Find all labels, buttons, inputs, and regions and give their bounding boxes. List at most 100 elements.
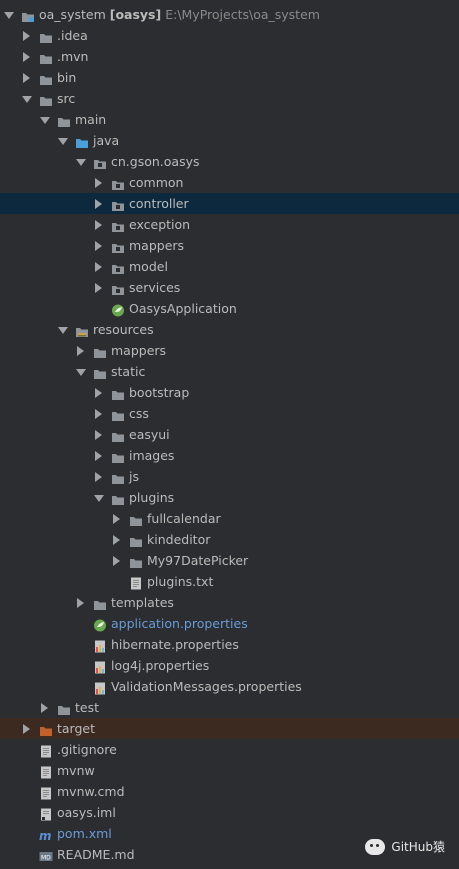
folder-icon — [129, 533, 143, 547]
folder-icon — [39, 29, 53, 43]
chevron-down-icon[interactable] — [22, 96, 32, 103]
tree-item[interactable]: application.properties — [0, 613, 459, 634]
tree-item-name: .idea — [57, 28, 88, 43]
tree-item[interactable]: ValidationMessages.properties — [0, 676, 459, 697]
chevron-right-icon[interactable] — [113, 556, 120, 566]
tree-item[interactable]: js — [0, 466, 459, 487]
tree-item[interactable]: mvnw.cmd — [0, 781, 459, 802]
tree-item[interactable]: bootstrap — [0, 382, 459, 403]
tree-item[interactable]: common — [0, 172, 459, 193]
chevron-right-icon[interactable] — [95, 262, 102, 272]
chevron-right-icon[interactable] — [95, 451, 102, 461]
chevron-down-icon[interactable] — [4, 12, 14, 19]
chevron-right-icon[interactable] — [41, 703, 48, 713]
chevron-down-icon[interactable] — [40, 117, 50, 124]
tree-item[interactable]: main — [0, 109, 459, 130]
tree-item-name: mappers — [129, 238, 185, 253]
tree-item[interactable]: mvnw — [0, 760, 459, 781]
tree-item[interactable]: mappers — [0, 235, 459, 256]
tree-item[interactable]: fullcalendar — [0, 508, 459, 529]
folder-icon — [39, 92, 53, 106]
chevron-right-icon[interactable] — [95, 283, 102, 293]
package-icon — [111, 260, 125, 274]
tree-item-name: oasys.iml — [57, 805, 116, 820]
tree-item[interactable]: controller — [0, 193, 459, 214]
tree-item-name: model — [129, 259, 168, 274]
tree-item[interactable]: css — [0, 403, 459, 424]
tree-item-label: kindeditor — [147, 529, 210, 550]
chevron-down-icon[interactable] — [58, 138, 68, 145]
tree-item-label: main — [75, 109, 106, 130]
tree-item[interactable]: My97DatePicker — [0, 550, 459, 571]
tree-item[interactable]: .gitignore — [0, 739, 459, 760]
tree-item-name: .mvn — [57, 49, 89, 64]
folder-icon — [111, 407, 125, 421]
tree-item[interactable]: hibernate.properties — [0, 634, 459, 655]
tree-item-name: common — [129, 175, 184, 190]
chevron-right-icon[interactable] — [113, 514, 120, 524]
tree-item[interactable]: java — [0, 130, 459, 151]
chevron-down-icon[interactable] — [58, 327, 68, 334]
folder-icon — [129, 554, 143, 568]
chevron-right-icon[interactable] — [113, 535, 120, 545]
tree-item-label: common — [129, 172, 183, 193]
tree-item[interactable]: plugins.txt — [0, 571, 459, 592]
tree-item[interactable]: mappers — [0, 340, 459, 361]
tree-item-label: src — [57, 88, 75, 109]
text-file-icon — [39, 743, 53, 758]
tree-item[interactable]: plugins — [0, 487, 459, 508]
tree-item-label: bootstrap — [129, 382, 189, 403]
tree-item[interactable]: kindeditor — [0, 529, 459, 550]
tree-item-name: README.md — [57, 847, 135, 862]
tree-item[interactable]: log4j.properties — [0, 655, 459, 676]
chevron-right-icon[interactable] — [95, 220, 102, 230]
chevron-right-icon[interactable] — [23, 73, 30, 83]
tree-item[interactable]: .mvn — [0, 46, 459, 67]
tree-item[interactable]: static — [0, 361, 459, 382]
folder-icon — [111, 491, 125, 505]
chevron-down-icon[interactable] — [76, 159, 86, 166]
tree-item[interactable]: templates — [0, 592, 459, 613]
tree-item[interactable]: images — [0, 445, 459, 466]
svg-text:m: m — [39, 829, 52, 842]
chevron-right-icon[interactable] — [95, 409, 102, 419]
tree-item-name: mvnw — [57, 763, 95, 778]
chevron-right-icon[interactable] — [95, 241, 102, 251]
chevron-right-icon[interactable] — [95, 472, 102, 482]
tree-item[interactable]: oasys.iml — [0, 802, 459, 823]
tree-item[interactable]: target — [0, 718, 459, 739]
tree-item[interactable]: services — [0, 277, 459, 298]
tree-item[interactable]: oa_system [oasys] E:\MyProjects\oa_syste… — [0, 4, 459, 25]
folder-icon — [39, 50, 53, 64]
chevron-right-icon[interactable] — [77, 598, 84, 608]
svg-text:MD: MD — [41, 855, 51, 862]
tree-item[interactable]: cn.gson.oasys — [0, 151, 459, 172]
tree-item[interactable]: model — [0, 256, 459, 277]
properties-file-icon — [93, 638, 107, 653]
chevron-right-icon[interactable] — [23, 724, 30, 734]
tree-item[interactable]: resources — [0, 319, 459, 340]
chevron-right-icon[interactable] — [95, 178, 102, 188]
tree-item-name: application.properties — [111, 616, 248, 631]
chevron-right-icon[interactable] — [95, 199, 102, 209]
package-icon — [111, 239, 125, 253]
chevron-down-icon[interactable] — [76, 369, 86, 376]
tree-item[interactable]: .idea — [0, 25, 459, 46]
chevron-right-icon[interactable] — [77, 346, 84, 356]
tree-item-name: test — [75, 700, 100, 715]
tree-item[interactable]: src — [0, 88, 459, 109]
tree-item[interactable]: test — [0, 697, 459, 718]
tree-item-label: oasys.iml — [57, 802, 116, 823]
chevron-right-icon[interactable] — [95, 388, 102, 398]
chevron-right-icon[interactable] — [23, 52, 30, 62]
tree-item[interactable]: exception — [0, 214, 459, 235]
tree-item[interactable]: bin — [0, 67, 459, 88]
tree-item[interactable]: OasysApplication — [0, 298, 459, 319]
module-name: [oasys] — [109, 7, 162, 22]
tree-item[interactable]: easyui — [0, 424, 459, 445]
chevron-down-icon[interactable] — [94, 495, 104, 502]
tree-item-label: pom.xml — [57, 823, 112, 844]
chevron-right-icon[interactable] — [95, 430, 102, 440]
tree-item-name: My97DatePicker — [147, 553, 249, 568]
chevron-right-icon[interactable] — [23, 31, 30, 41]
